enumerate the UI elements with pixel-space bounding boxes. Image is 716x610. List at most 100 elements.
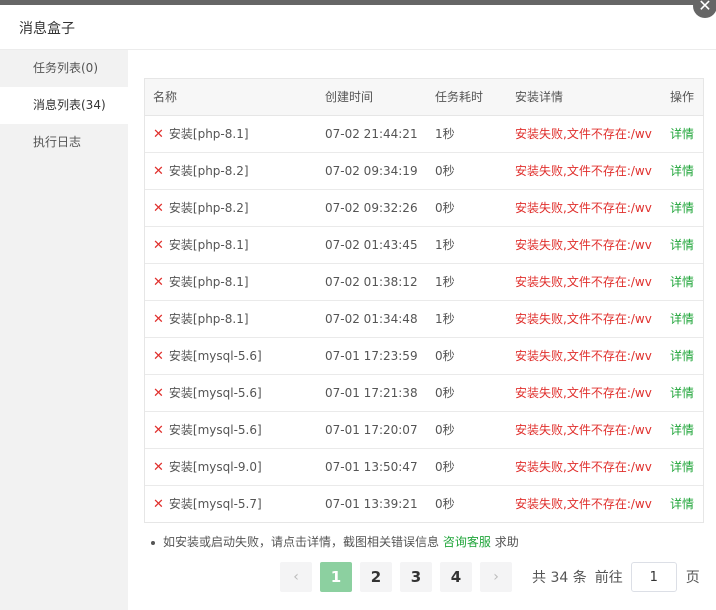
action-cell: 详情 bbox=[662, 485, 703, 522]
install-detail-cell: 安装失败,文件不存在:/wv bbox=[507, 337, 662, 375]
created-time-cell: 07-02 01:38:12 bbox=[317, 263, 427, 301]
duration-cell: 0秒 bbox=[427, 152, 507, 190]
goto-label: 前往 bbox=[594, 570, 623, 586]
page-button-2[interactable]: 2 bbox=[360, 562, 392, 592]
column-header-action: 操作 bbox=[662, 79, 703, 116]
dialog-title: 消息盒子 bbox=[19, 21, 75, 37]
table-row: ✕ 安装[mysql-5.7] 07-01 13:39:21 0秒 安装失败,文件不存在… bbox=[145, 485, 703, 522]
message-table: 名称 创建时间 任务耗时 安装详情 操作 ✕ 安装[php-8.1] 07-02 2… bbox=[144, 78, 704, 523]
detail-link[interactable]: 详情 bbox=[670, 275, 694, 289]
install-detail-cell: 安装失败,文件不存在:/wv bbox=[507, 263, 662, 301]
install-detail-cell: 安装失败,文件不存在:/wv bbox=[507, 226, 662, 264]
table-row: ✕ 安装[mysql-5.6] 07-01 17:20:07 0秒 安装失败,文件不存在… bbox=[145, 411, 703, 449]
goto-unit: 页 bbox=[685, 570, 700, 586]
detail-link[interactable]: 详情 bbox=[670, 460, 694, 474]
action-cell: 详情 bbox=[662, 263, 703, 301]
error-x-icon: ✕ bbox=[153, 275, 164, 290]
detail-link[interactable]: 详情 bbox=[670, 312, 694, 326]
bullet-dot bbox=[151, 540, 155, 545]
table-row: ✕ 安装[mysql-5.6] 07-01 17:21:38 0秒 安装失败,文件不存在… bbox=[145, 374, 703, 412]
main-panel: 名称 创建时间 任务耗时 安装详情 操作 ✕ 安装[php-8.1] 07-02 2… bbox=[128, 50, 716, 610]
task-name: 安装[mysql-5.6] bbox=[168, 349, 262, 363]
task-name-cell: ✕ 安装[php-8.1] bbox=[145, 115, 317, 153]
detail-link[interactable]: 详情 bbox=[670, 201, 694, 215]
action-cell: 详情 bbox=[662, 337, 703, 375]
task-name-cell: ✕ 安装[mysql-5.6] bbox=[145, 411, 317, 449]
page-button-1[interactable]: 1 bbox=[320, 562, 352, 592]
column-header-install-detail: 安装详情 bbox=[507, 79, 662, 116]
table-row: ✕ 安装[php-8.2] 07-02 09:34:19 0秒 安装失败,文件不存在:/… bbox=[145, 152, 703, 190]
prev-page-button[interactable]: ‹ bbox=[280, 562, 312, 592]
created-time-cell: 07-02 09:32:26 bbox=[317, 189, 427, 227]
duration-cell: 0秒 bbox=[435, 497, 455, 512]
created-time-cell: 07-02 01:34:48 bbox=[317, 300, 427, 338]
duration-cell: 0秒 bbox=[427, 448, 507, 486]
install-detail-cell: 安装失败,文件不存在:/wv bbox=[507, 115, 662, 153]
task-name: 安装[php-8.1] bbox=[168, 275, 249, 289]
task-name-cell: ✕ 安装[php-8.1] bbox=[145, 300, 317, 338]
created-time-cell: 07-01 17:23:59 bbox=[317, 337, 427, 375]
sidebar-item-execution-log[interactable]: 执行日志 bbox=[0, 124, 128, 161]
created-time-cell: 07-01 13:50:47 bbox=[317, 448, 427, 486]
created-time-cell: 07-02 21:44:21 bbox=[317, 115, 427, 153]
created-time-cell: 07-01 17:20:07 bbox=[317, 411, 427, 449]
task-name: 安装[mysql-9.0] bbox=[168, 460, 262, 474]
page-button-4[interactable]: 4 bbox=[440, 562, 472, 592]
pagination: ‹ 1 2 3 4 › 共 34 条 前往 页 bbox=[280, 562, 700, 592]
task-name: 安装[php-8.2] bbox=[168, 164, 249, 178]
detail-link[interactable]: 详情 bbox=[670, 127, 694, 141]
created-time-cell: 07-01 13:39:21 bbox=[325, 496, 418, 511]
task-name-cell: ✕ 安装[php-8.1] bbox=[145, 263, 317, 301]
detail-link[interactable]: 详情 bbox=[670, 349, 694, 363]
task-name: 安装[php-8.1] bbox=[168, 127, 249, 141]
page-button-3[interactable]: 3 bbox=[400, 562, 432, 592]
error-x-icon: ✕ bbox=[153, 201, 164, 216]
action-cell: 详情 bbox=[662, 411, 703, 449]
action-cell: 详情 bbox=[662, 226, 703, 264]
task-name-cell: ✕ 安装[php-8.1] bbox=[145, 226, 317, 264]
column-header-name: 名称 bbox=[145, 79, 317, 116]
detail-link[interactable]: 详情 bbox=[670, 238, 694, 252]
detail-link[interactable]: 详情 bbox=[670, 164, 694, 178]
dialog-header: 消息盒子 bbox=[0, 5, 716, 50]
next-page-button[interactable]: › bbox=[480, 562, 512, 592]
duration-cell: 1秒 bbox=[427, 226, 507, 264]
table-row: ✕ 安装[php-8.1] 07-02 21:44:21 1秒 安装失败,文件不存在:/… bbox=[145, 115, 703, 153]
duration-cell: 0秒 bbox=[427, 374, 507, 412]
column-header-duration: 任务耗时 bbox=[427, 79, 507, 116]
task-name: 安装[mysql-5.7] bbox=[168, 497, 262, 512]
table-row: ✕ 安装[php-8.1] 07-02 01:38:12 1秒 安装失败,文件不存在:/… bbox=[145, 263, 703, 301]
duration-cell: 1秒 bbox=[427, 115, 507, 153]
action-cell: 详情 bbox=[662, 300, 703, 338]
task-name-cell: ✕ 安装[mysql-5.6] bbox=[145, 374, 317, 412]
error-x-icon: ✕ bbox=[153, 164, 164, 179]
table-header-row: 名称 创建时间 任务耗时 安装详情 操作 bbox=[145, 79, 703, 116]
goto-page-input[interactable] bbox=[630, 562, 677, 592]
sidebar-item-message-list[interactable]: 消息列表(34) bbox=[0, 87, 128, 124]
close-icon[interactable]: ✕ bbox=[693, 0, 716, 18]
detail-link[interactable]: 详情 bbox=[670, 497, 694, 511]
error-x-icon: ✕ bbox=[153, 460, 164, 475]
action-cell: 详情 bbox=[662, 189, 703, 227]
error-x-icon: ✕ bbox=[153, 386, 164, 401]
contact-support-link[interactable]: 咨询客服 bbox=[443, 535, 491, 549]
table-row: ✕ 安装[php-8.1] 07-02 01:34:48 1秒 安装失败,文件不存在:/… bbox=[145, 300, 703, 338]
detail-link[interactable]: 详情 bbox=[670, 423, 694, 437]
duration-cell: 0秒 bbox=[427, 337, 507, 375]
install-detail-cell: 安装失败,文件不存在:/wv bbox=[507, 189, 662, 227]
message-box-dialog: 消息盒子 ✕ 任务列表(0) 消息列表(34) 执行日志 名称 创建时间 任务耗… bbox=[0, 0, 716, 610]
action-cell: 详情 bbox=[662, 115, 703, 153]
install-detail-cell: 安装失败,文件不存在:/wv bbox=[507, 374, 662, 412]
error-x-icon: ✕ bbox=[153, 238, 164, 253]
column-header-created-time: 创建时间 bbox=[317, 79, 427, 116]
task-name: 安装[mysql-5.6] bbox=[168, 423, 262, 437]
action-cell: 详情 bbox=[662, 152, 703, 190]
help-tip-text: 如安装或启动失败，请点击详情，截图相关错误信息 bbox=[163, 535, 440, 549]
task-name-cell: ✕ 安装[mysql-5.7] bbox=[145, 485, 317, 522]
error-x-icon: ✕ bbox=[153, 127, 164, 142]
task-name-cell: ✕ 安装[mysql-9.0] bbox=[145, 448, 317, 486]
detail-link[interactable]: 详情 bbox=[670, 386, 694, 400]
sidebar-item-task-list[interactable]: 任务列表(0) bbox=[0, 50, 128, 87]
task-name: 安装[php-8.1] bbox=[168, 238, 249, 252]
task-name-cell: ✕ 安装[php-8.2] bbox=[145, 152, 317, 190]
